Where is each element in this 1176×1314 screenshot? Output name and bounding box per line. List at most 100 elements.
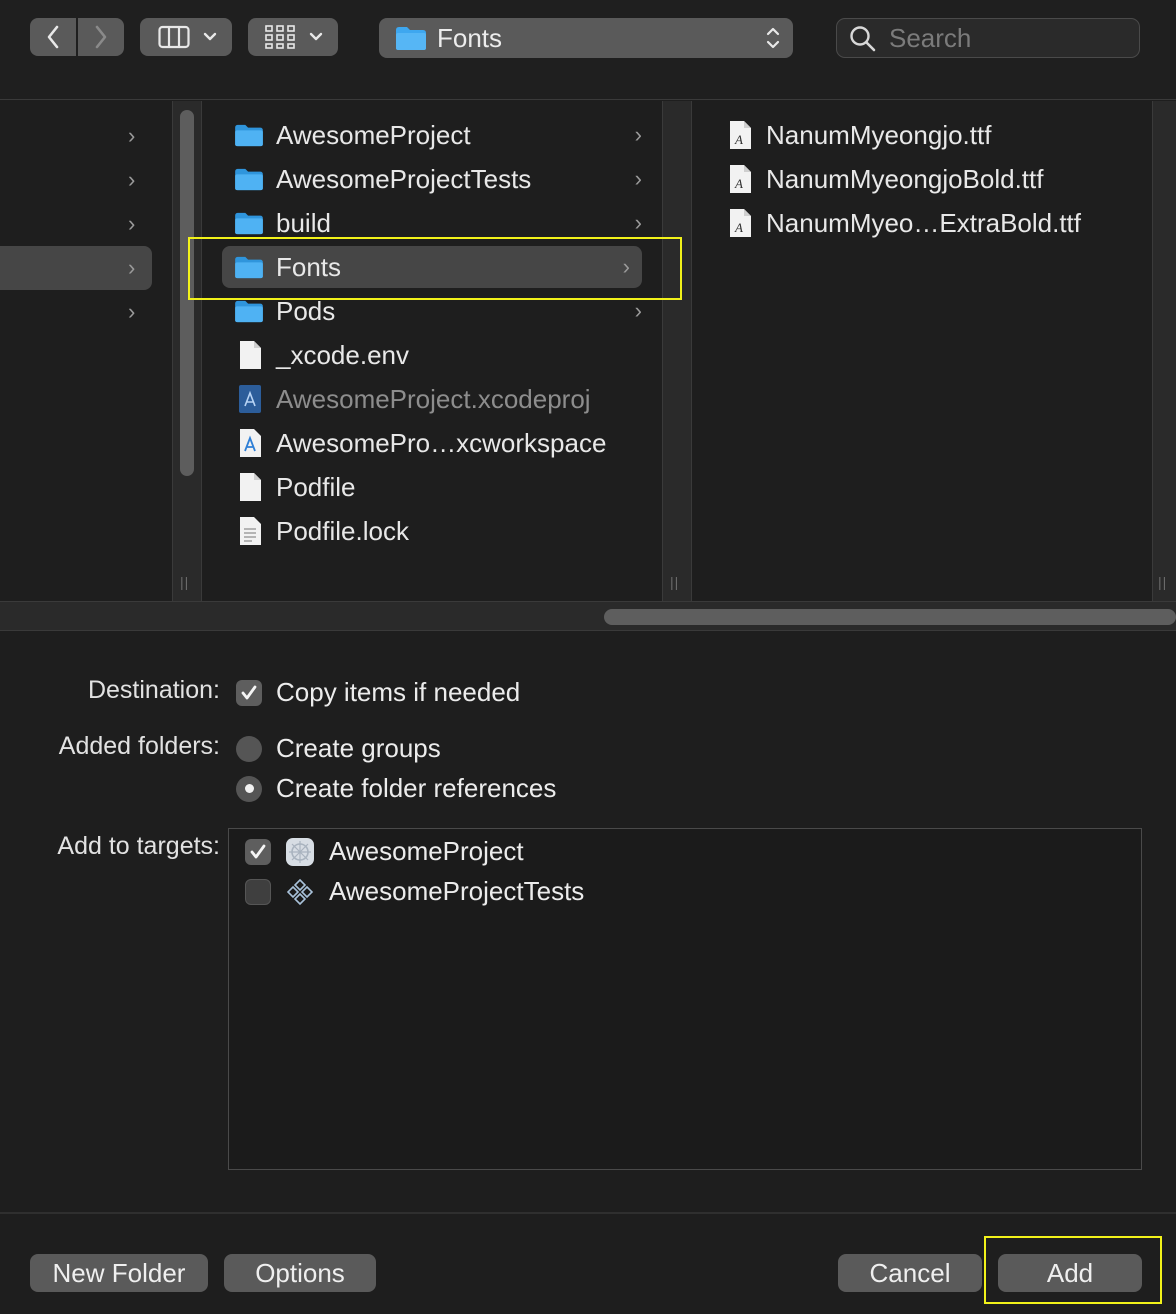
list-item[interactable]: Podfile bbox=[238, 466, 658, 508]
app-target-icon bbox=[286, 837, 314, 866]
options-button[interactable]: Options bbox=[224, 1254, 376, 1292]
left-column: › › › › › bbox=[0, 101, 172, 601]
cancel-button[interactable]: Cancel bbox=[838, 1254, 982, 1292]
view-mode-button[interactable] bbox=[140, 18, 232, 56]
font-file-icon: A bbox=[730, 121, 751, 149]
chevron-down-icon bbox=[309, 32, 323, 41]
folder-icon bbox=[235, 124, 263, 147]
svg-text:A: A bbox=[734, 176, 743, 191]
back-button[interactable] bbox=[30, 18, 76, 56]
list-item[interactable]: _xcode.env bbox=[238, 334, 658, 376]
highlight-box-add bbox=[984, 1236, 1162, 1304]
copy-items-label: Copy items if needed bbox=[276, 677, 521, 707]
middle-column: AwesomeProject › AwesomeProjectTests › b… bbox=[202, 101, 662, 601]
chevron-right-icon: › bbox=[128, 255, 136, 280]
list-item[interactable]: A NanumMyeo…ExtraBold.ttf bbox=[728, 202, 1148, 244]
xcode-project-icon bbox=[239, 385, 261, 413]
highlight-box-fonts bbox=[188, 237, 682, 300]
destination-label: Destination: bbox=[87, 676, 220, 704]
radio-selected-dot bbox=[244, 784, 254, 793]
list-item-label: AwesomePro…xcworkspace bbox=[276, 427, 607, 458]
chevron-right-icon: › bbox=[128, 123, 136, 148]
document-icon bbox=[240, 473, 261, 501]
text-document-icon bbox=[240, 517, 261, 545]
bottom-separator bbox=[0, 1212, 1176, 1214]
create-groups-radio[interactable] bbox=[236, 735, 262, 762]
target-row[interactable]: AwesomeProject bbox=[245, 836, 524, 867]
list-item[interactable]: AwesomeProject.xcodeproj bbox=[238, 378, 658, 420]
path-popup[interactable]: Fonts bbox=[379, 18, 793, 58]
chevron-right-icon: › bbox=[634, 210, 642, 235]
create-folder-references-label: Create folder references bbox=[276, 773, 557, 803]
chevron-down-icon bbox=[203, 32, 217, 41]
horizontal-scrollbar-thumb[interactable] bbox=[604, 609, 1176, 625]
create-folder-references-radio[interactable] bbox=[236, 775, 262, 802]
target-row[interactable]: AwesomeProjectTests bbox=[245, 876, 584, 907]
xcode-workspace-icon bbox=[240, 429, 261, 457]
targets-list: AwesomeProject AwesomeProjectTests bbox=[228, 828, 1142, 1170]
column-resize-handle[interactable]: || bbox=[1158, 574, 1167, 590]
list-item-label: build bbox=[276, 207, 331, 238]
create-groups-option[interactable]: Create groups bbox=[236, 733, 441, 764]
chevron-right-icon: › bbox=[634, 122, 642, 147]
add-to-targets-label: Add to targets: bbox=[57, 832, 220, 860]
list-item[interactable]: A NanumMyeongjo.ttf bbox=[728, 114, 1148, 156]
added-folders-label: Added folders: bbox=[58, 732, 220, 760]
chevron-right-icon: › bbox=[128, 299, 136, 324]
test-target-icon bbox=[286, 878, 314, 905]
chevron-right-icon: › bbox=[634, 166, 642, 191]
icon-grid-icon bbox=[265, 25, 295, 49]
list-item-label: NanumMyeo…ExtraBold.ttf bbox=[766, 207, 1082, 238]
column-divider[interactable] bbox=[1152, 101, 1176, 601]
forward-button[interactable] bbox=[78, 18, 124, 56]
svg-text:A: A bbox=[734, 132, 743, 147]
document-icon bbox=[240, 341, 261, 369]
list-item[interactable]: A NanumMyeongjoBold.ttf bbox=[728, 158, 1148, 200]
chevron-left-icon bbox=[47, 25, 59, 49]
list-item-label: AwesomeProject bbox=[276, 119, 471, 150]
list-item-label: Podfile.lock bbox=[276, 515, 409, 546]
chevron-right-icon: › bbox=[128, 167, 136, 192]
column-divider[interactable] bbox=[662, 101, 692, 601]
search-input[interactable] bbox=[889, 22, 1119, 54]
folder-icon bbox=[396, 27, 426, 50]
list-item-label: _xcode.env bbox=[276, 339, 409, 370]
list-item-label: NanumMyeongjoBold.ttf bbox=[766, 163, 1044, 194]
chevron-right-icon bbox=[95, 25, 107, 49]
group-by-button[interactable] bbox=[248, 18, 338, 56]
list-item[interactable]: AwesomePro…xcworkspace bbox=[238, 422, 658, 464]
new-folder-button[interactable]: New Folder bbox=[30, 1254, 208, 1292]
list-item-label: Pods bbox=[276, 295, 336, 326]
list-item-label: AwesomeProjectTests bbox=[276, 163, 532, 194]
search-icon bbox=[850, 26, 876, 52]
svg-text:A: A bbox=[734, 220, 743, 235]
create-groups-label: Create groups bbox=[276, 733, 441, 763]
target-checkbox[interactable] bbox=[245, 838, 271, 865]
list-item[interactable]: AwesomeProject › bbox=[234, 114, 654, 156]
navigation-buttons bbox=[30, 18, 124, 56]
path-popup-label: Fonts bbox=[437, 22, 503, 53]
checkmark-icon bbox=[250, 844, 266, 858]
create-folder-references-option[interactable]: Create folder references bbox=[236, 773, 556, 804]
right-column: A NanumMyeongjo.ttf A NanumMyeongjoBold.… bbox=[692, 101, 1152, 601]
column-resize-handle[interactable]: || bbox=[670, 574, 679, 590]
column-resize-handle[interactable]: || bbox=[180, 574, 189, 590]
chevron-right-icon: › bbox=[128, 211, 136, 236]
font-file-icon: A bbox=[730, 209, 751, 237]
folder-icon bbox=[235, 300, 263, 323]
list-item-label: AwesomeProject.xcodeproj bbox=[276, 383, 591, 414]
target-label: AwesomeProject bbox=[329, 836, 524, 866]
folder-icon bbox=[235, 168, 263, 191]
list-item-label: NanumMyeongjo.ttf bbox=[766, 119, 992, 150]
chevron-right-icon: › bbox=[634, 298, 642, 323]
up-down-chevron-icon bbox=[766, 27, 780, 49]
list-item[interactable]: Podfile.lock bbox=[238, 510, 658, 552]
column-view-icon bbox=[158, 25, 190, 49]
search-field[interactable] bbox=[836, 18, 1140, 58]
list-item[interactable]: AwesomeProjectTests › bbox=[234, 158, 654, 200]
target-checkbox[interactable] bbox=[245, 878, 271, 905]
copy-items-checkbox[interactable] bbox=[236, 679, 262, 706]
copy-items-option[interactable]: Copy items if needed bbox=[236, 677, 520, 708]
folder-icon bbox=[235, 212, 263, 235]
checkmark-icon bbox=[241, 685, 257, 699]
